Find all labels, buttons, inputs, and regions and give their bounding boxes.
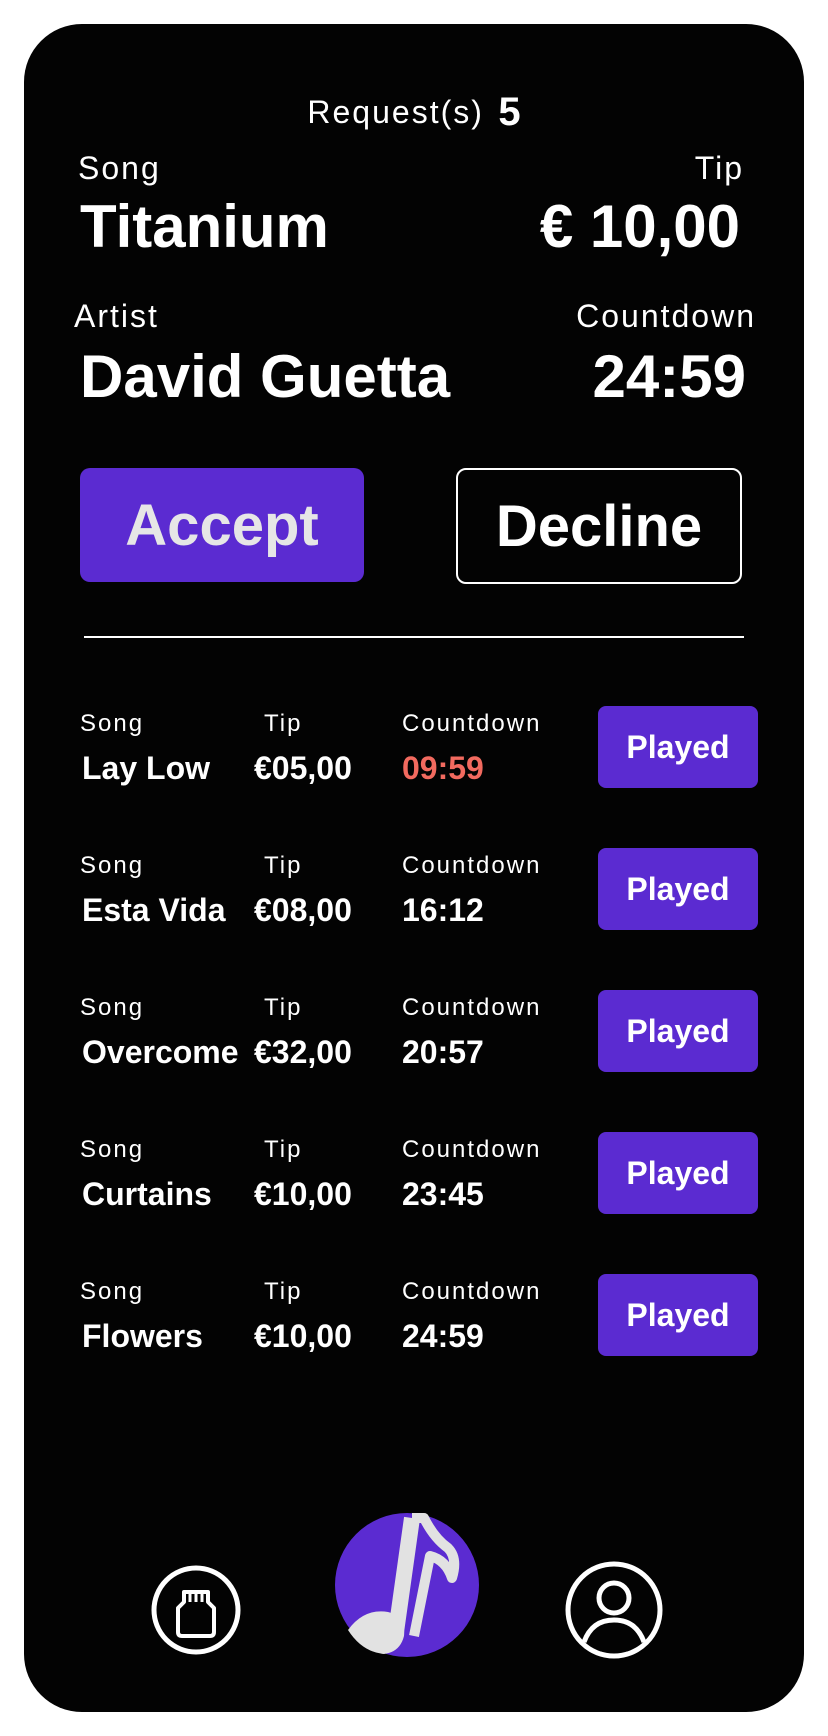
requests-count: 5 xyxy=(498,90,521,134)
queue-tip-amount: €05,00 xyxy=(254,750,352,786)
music-note-icon[interactable] xyxy=(334,1512,480,1658)
queue-countdown: 24:59 xyxy=(402,1318,484,1354)
user-profile-icon[interactable] xyxy=(564,1560,664,1660)
played-button[interactable]: Played xyxy=(598,1274,758,1356)
queue-song-title: Overcome xyxy=(82,1034,239,1070)
queue-song-title: Curtains xyxy=(82,1176,212,1212)
phone-screen: Request(s) 5 Song Tip Titanium € 10,00 A… xyxy=(24,24,804,1712)
queue-song-label: Song xyxy=(80,852,145,879)
queue-countdown: 20:57 xyxy=(402,1034,484,1070)
queue-tip-label: Tip xyxy=(264,994,303,1021)
queue-countdown-label: Countdown xyxy=(402,852,542,879)
queue-countdown-label: Countdown xyxy=(402,994,542,1021)
queue-countdown: 16:12 xyxy=(402,892,484,928)
queue-row: Song Tip Countdown Curtains €10,00 23:45… xyxy=(24,1132,804,1226)
sd-card-icon[interactable] xyxy=(150,1564,242,1656)
queue-countdown: 23:45 xyxy=(402,1176,484,1212)
current-countdown: 24:59 xyxy=(592,343,746,410)
accept-button[interactable]: Accept xyxy=(80,468,364,582)
queue-tip-amount: €10,00 xyxy=(254,1318,352,1354)
queue-song-title: Esta Vida xyxy=(82,892,226,928)
queue-row: Song Tip Countdown Overcome €32,00 20:57… xyxy=(24,990,804,1084)
decline-button[interactable]: Decline xyxy=(456,468,742,584)
current-tip-label: Tip xyxy=(694,150,744,186)
queue-tip-label: Tip xyxy=(264,710,303,737)
queue-countdown-label: Countdown xyxy=(402,710,542,737)
queue-tip-label: Tip xyxy=(264,1136,303,1163)
queue-song-label: Song xyxy=(80,1136,145,1163)
queue-tip-amount: €08,00 xyxy=(254,892,352,928)
played-button[interactable]: Played xyxy=(598,848,758,930)
requests-header: Request(s) 5 xyxy=(24,90,804,135)
queue-countdown: 09:59 xyxy=(402,750,484,786)
queue-row: Song Tip Countdown Flowers €10,00 24:59 … xyxy=(24,1274,804,1368)
current-song-title: Titanium xyxy=(80,193,329,260)
played-button[interactable]: Played xyxy=(598,706,758,788)
queue-song-title: Flowers xyxy=(82,1318,203,1354)
queue-row: Song Tip Countdown Lay Low €05,00 09:59 … xyxy=(24,706,804,800)
queue-tip-label: Tip xyxy=(264,852,303,879)
current-countdown-label: Countdown xyxy=(576,298,756,334)
current-song-label: Song xyxy=(78,150,161,186)
queue-song-label: Song xyxy=(80,1278,145,1305)
queue-countdown-label: Countdown xyxy=(402,1278,542,1305)
queue-countdown-label: Countdown xyxy=(402,1136,542,1163)
current-tip-amount: € 10,00 xyxy=(539,193,740,260)
divider xyxy=(84,636,744,638)
queue-tip-amount: €32,00 xyxy=(254,1034,352,1070)
current-artist-label: Artist xyxy=(74,298,159,334)
played-button[interactable]: Played xyxy=(598,990,758,1072)
queue-row: Song Tip Countdown Esta Vida €08,00 16:1… xyxy=(24,848,804,942)
requests-label: Request(s) xyxy=(307,94,484,130)
queue-song-title: Lay Low xyxy=(82,750,211,786)
queue-song-label: Song xyxy=(80,710,145,737)
queue-song-label: Song xyxy=(80,994,145,1021)
queue-tip-amount: €10,00 xyxy=(254,1176,352,1212)
queue-tip-label: Tip xyxy=(264,1278,303,1305)
played-button[interactable]: Played xyxy=(598,1132,758,1214)
current-artist-name: David Guetta xyxy=(80,343,451,410)
